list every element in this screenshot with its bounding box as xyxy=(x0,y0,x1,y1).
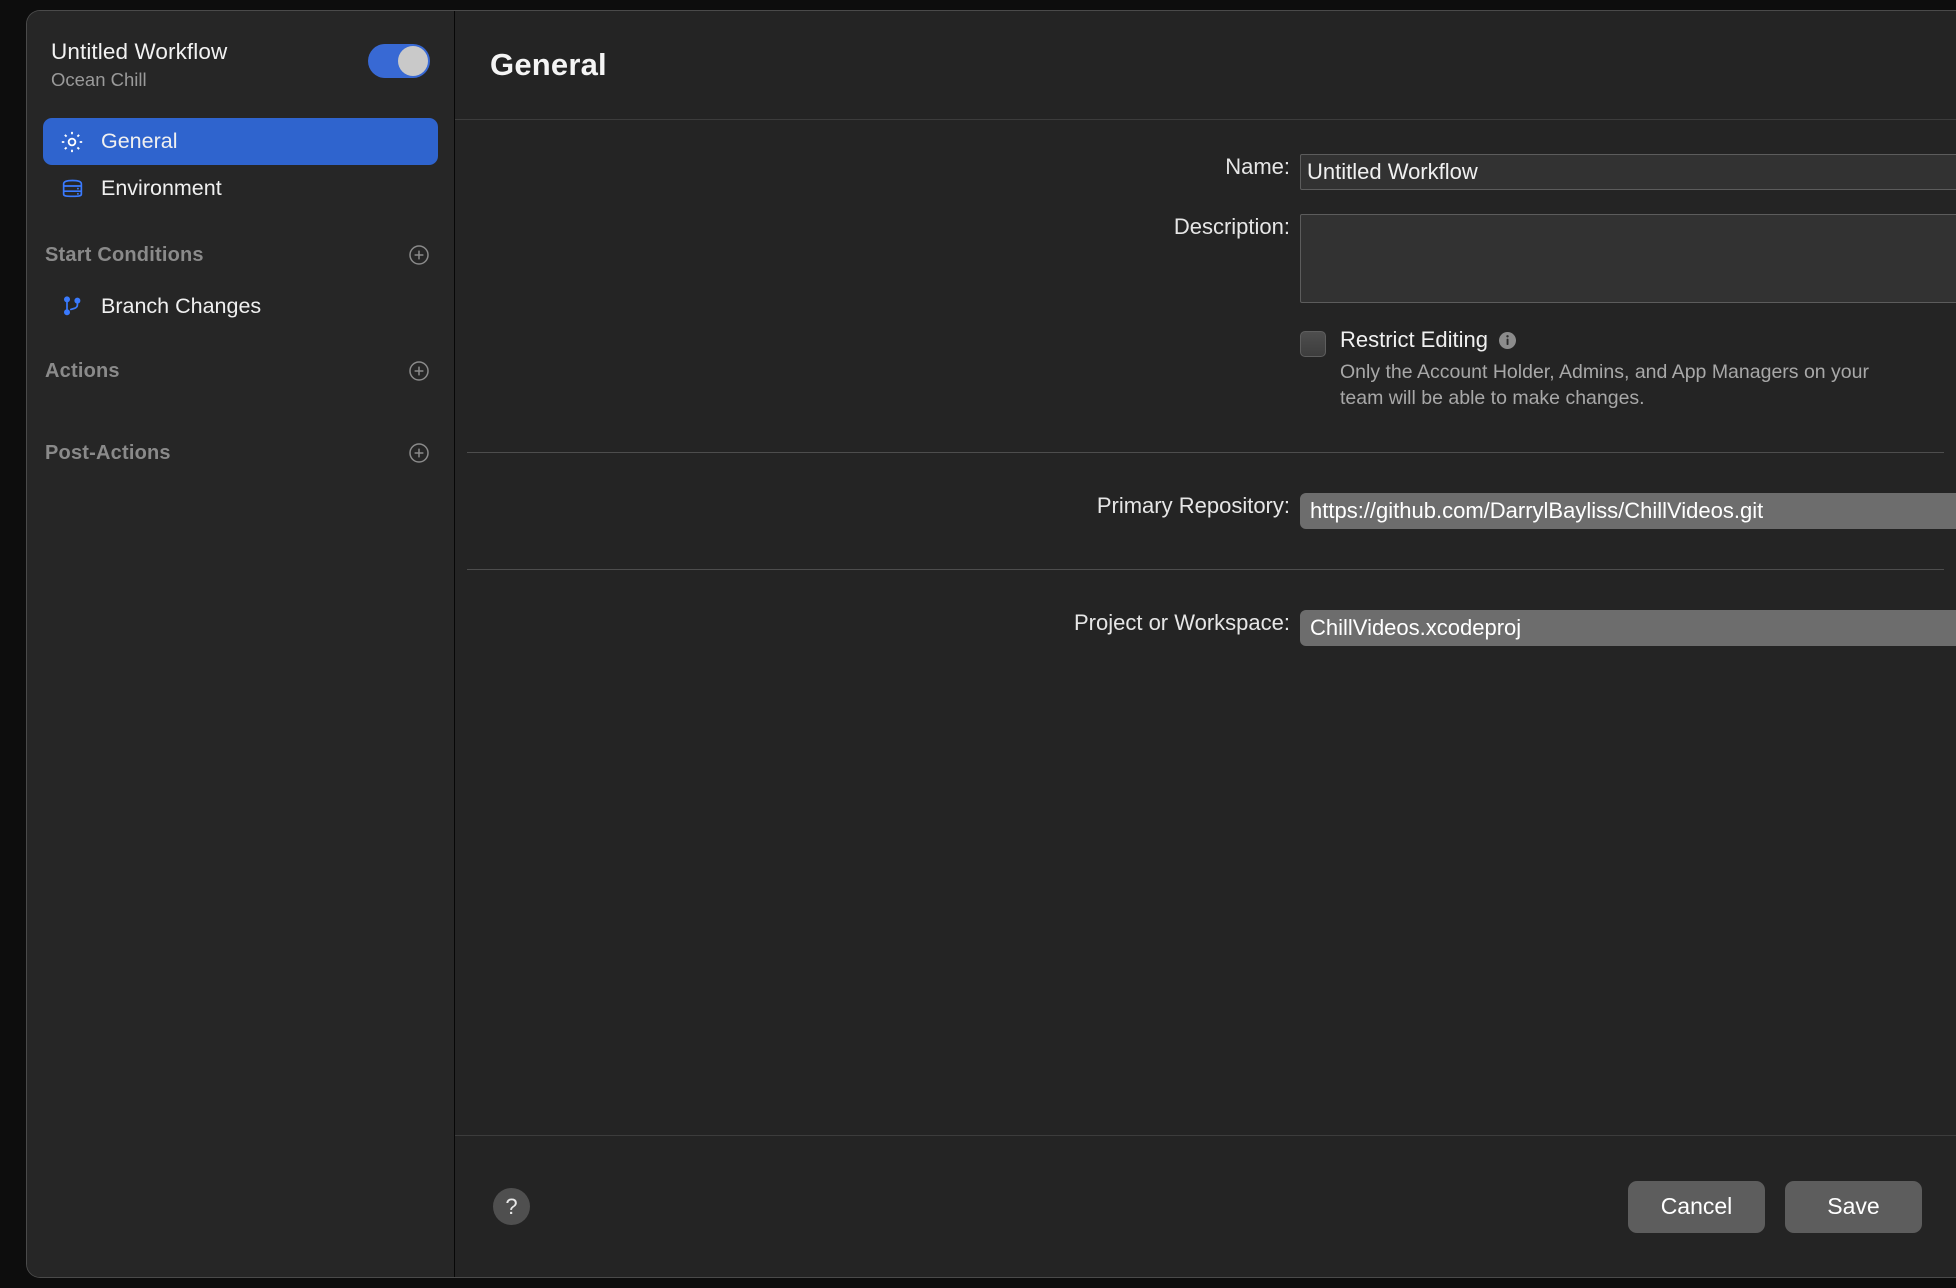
plus-circle-icon[interactable] xyxy=(408,244,430,266)
description-field-col xyxy=(1300,214,1956,303)
toggle-knob xyxy=(398,46,428,76)
primary-repository-value: https://github.com/DarrylBayliss/ChillVi… xyxy=(1310,498,1763,524)
sidebar-section-actions-title: Actions xyxy=(45,360,120,383)
primary-repository-select[interactable]: https://github.com/DarrylBayliss/ChillVi… xyxy=(1300,493,1956,529)
gear-icon xyxy=(59,129,85,155)
project-workspace-row: Project or Workspace: ChillVideos.xcodep… xyxy=(455,610,1956,646)
workflow-title: Untitled Workflow xyxy=(51,39,227,65)
restrict-editing-checkbox[interactable] xyxy=(1300,331,1326,357)
name-label: Name: xyxy=(455,154,1300,180)
workflow-header: Untitled Workflow Ocean Chill xyxy=(27,11,454,91)
primary-repository-label: Primary Repository: xyxy=(455,493,1300,519)
workflow-enabled-toggle[interactable] xyxy=(368,44,430,78)
footer-bar: ? Cancel Save xyxy=(455,1135,1956,1277)
primary-repository-row: Primary Repository: https://github.com/D… xyxy=(455,493,1956,529)
screen-root: Untitled Workflow Ocean Chill General xyxy=(0,0,1956,1288)
sidebar-section-start-conditions: Start Conditions xyxy=(27,240,454,270)
primary-repository-col: https://github.com/DarrylBayliss/ChillVi… xyxy=(1300,493,1956,529)
help-button[interactable]: ? xyxy=(493,1188,530,1225)
restrict-editing-description: Only the Account Holder, Admins, and App… xyxy=(1340,359,1896,412)
restrict-editing-row: Restrict Editing O xyxy=(455,327,1956,412)
sidebar-nav: General Environment xyxy=(27,118,454,212)
sidebar-item-general[interactable]: General xyxy=(43,118,438,165)
sidebar-spacer xyxy=(27,386,454,410)
description-row: Description: xyxy=(455,214,1956,303)
main-header: General xyxy=(455,11,1956,120)
name-input[interactable] xyxy=(1300,154,1956,190)
name-row: Name: xyxy=(455,154,1956,190)
restrict-editing-title-row: Restrict Editing xyxy=(1340,327,1896,353)
sidebar-section-actions: Actions xyxy=(27,356,454,386)
project-workspace-col: ChillVideos.xcodeproj xyxy=(1300,610,1956,646)
git-branch-icon xyxy=(59,293,85,319)
sidebar-item-environment-label: Environment xyxy=(101,176,222,201)
save-button[interactable]: Save xyxy=(1785,1181,1922,1233)
description-textarea[interactable] xyxy=(1300,214,1956,303)
sidebar-section-post-actions-title: Post-Actions xyxy=(45,442,171,465)
sidebar-item-environment[interactable]: Environment xyxy=(43,165,438,212)
project-workspace-label: Project or Workspace: xyxy=(455,610,1300,636)
sidebar: Untitled Workflow Ocean Chill General xyxy=(27,11,455,1277)
project-workspace-value: ChillVideos.xcodeproj xyxy=(1310,615,1521,641)
project-workspace-select[interactable]: ChillVideos.xcodeproj xyxy=(1300,610,1956,646)
sidebar-section-post-actions: Post-Actions xyxy=(27,438,454,468)
sidebar-section-start-conditions-title: Start Conditions xyxy=(45,244,204,267)
workflow-editor-window: Untitled Workflow Ocean Chill General xyxy=(26,10,1956,1278)
sidebar-item-general-label: General xyxy=(101,129,178,154)
restrict-editing-check-row: Restrict Editing O xyxy=(1300,327,1896,412)
name-field-col xyxy=(1300,154,1956,190)
description-label: Description: xyxy=(455,214,1300,240)
plus-circle-icon[interactable] xyxy=(408,360,430,382)
workflow-title-group: Untitled Workflow Ocean Chill xyxy=(51,39,227,91)
workflow-subtitle: Ocean Chill xyxy=(51,69,227,91)
cancel-button[interactable]: Cancel xyxy=(1628,1181,1765,1233)
page-title: General xyxy=(490,47,607,83)
main-panel: General Name: Description: xyxy=(455,11,1956,1277)
restrict-editing-col: Restrict Editing O xyxy=(1300,327,1956,412)
restrict-editing-label: Restrict Editing xyxy=(1340,327,1488,353)
info-circle-icon[interactable] xyxy=(1498,331,1517,350)
divider-2 xyxy=(467,569,1944,570)
main-body: Name: Description: xyxy=(455,120,1956,1135)
server-rack-icon xyxy=(59,176,85,202)
divider-1 xyxy=(467,452,1944,453)
sidebar-item-branch-changes-label: Branch Changes xyxy=(101,294,261,319)
sidebar-item-branch-changes[interactable]: Branch Changes xyxy=(27,284,454,328)
plus-circle-icon[interactable] xyxy=(408,442,430,464)
restrict-editing-text-group: Restrict Editing O xyxy=(1340,327,1896,412)
